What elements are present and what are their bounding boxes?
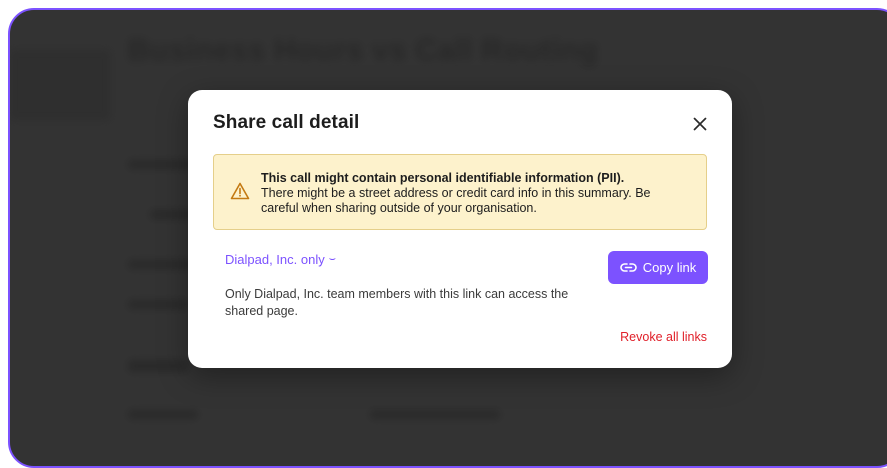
pii-warning-banner: This call might contain personal identif…: [213, 154, 707, 230]
revoke-all-links-button[interactable]: Revoke all links: [620, 330, 707, 344]
close-icon: [693, 117, 707, 131]
copy-link-label: Copy link: [642, 260, 697, 275]
chevron-down-icon: ⌣: [328, 253, 336, 265]
warning-heading: This call might contain personal identif…: [261, 171, 625, 185]
share-call-dialog: Share call detail This call might contai…: [188, 90, 732, 368]
link-icon: [619, 263, 637, 272]
copy-link-button[interactable]: Copy link: [608, 251, 708, 284]
warning-text: This call might contain personal identif…: [261, 171, 690, 216]
warning-body: There might be a street address or credi…: [261, 186, 651, 215]
share-scope-description: Only Dialpad, Inc. team members with thi…: [225, 287, 569, 318]
share-scope-value: Dialpad, Inc. only: [225, 252, 325, 267]
share-scope-dropdown[interactable]: Dialpad, Inc. only ⌣: [225, 252, 336, 267]
dialog-title: Share call detail: [213, 112, 360, 133]
warning-triangle-icon: [230, 182, 250, 200]
close-button[interactable]: [688, 112, 712, 136]
